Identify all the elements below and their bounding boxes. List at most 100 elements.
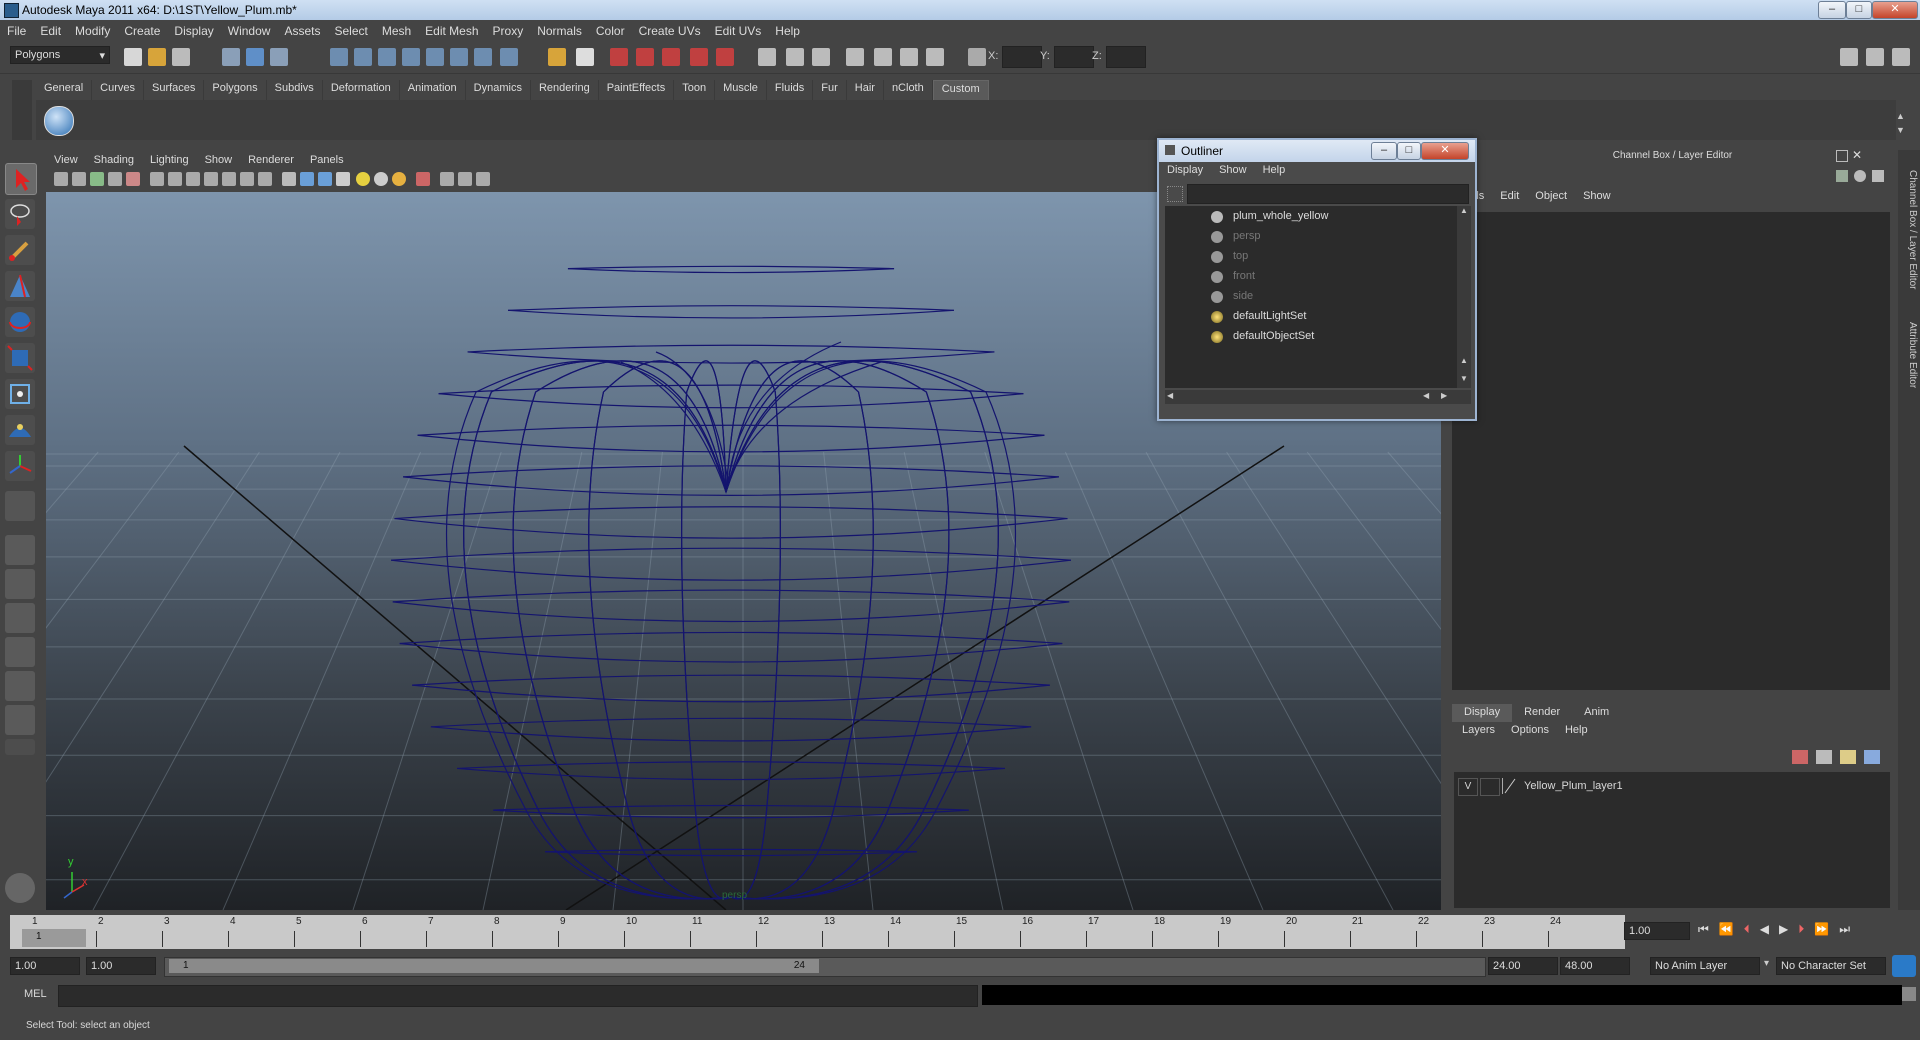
layout-single-icon[interactable] [5, 535, 35, 565]
go-to-end-icon[interactable]: ⏭ [1839, 922, 1850, 937]
select-tool[interactable] [5, 163, 37, 195]
layout-outliner-icon[interactable] [5, 603, 35, 633]
outliner-search-input[interactable] [1187, 184, 1469, 204]
menu-mesh[interactable]: Mesh [375, 24, 418, 38]
graph-editor-icon[interactable] [926, 48, 944, 66]
le-menu-help[interactable]: Help [1557, 724, 1596, 742]
le-menu-layers[interactable]: Layers [1454, 724, 1503, 742]
tab-muscle[interactable]: Muscle [715, 80, 767, 100]
lasso-tool[interactable] [5, 199, 35, 229]
layout-toggle-3-icon[interactable] [1892, 48, 1910, 66]
outliner-vertical-scrollbar[interactable]: ▲ ▲ ▼ [1457, 206, 1471, 388]
tab-rendering[interactable]: Rendering [531, 80, 599, 100]
menu-edit[interactable]: Edit [33, 24, 68, 38]
tab-animation[interactable]: Animation [400, 80, 466, 100]
channel-box-icon[interactable] [874, 48, 892, 66]
menu-normals[interactable]: Normals [530, 24, 589, 38]
open-scene-icon[interactable] [148, 48, 166, 66]
current-time-marker[interactable]: 1 [22, 929, 86, 947]
shelf-handle[interactable] [12, 80, 32, 140]
move-tool[interactable] [5, 271, 35, 301]
layout-hypershade-icon[interactable] [5, 671, 35, 701]
snap-grid-icon[interactable] [330, 48, 348, 66]
outliner-item-default-object-set[interactable]: defaultObjectSet [1165, 328, 1457, 346]
lock-icon[interactable] [548, 48, 566, 66]
outliner-item-persp[interactable]: persp [1165, 228, 1457, 246]
attribute-editor-icon[interactable] [846, 48, 864, 66]
x-field[interactable] [1002, 46, 1042, 68]
check-shelf-icon[interactable] [44, 106, 74, 136]
cb-attr-icon[interactable] [1872, 170, 1884, 182]
cb-menu-edit[interactable]: Edit [1492, 190, 1527, 208]
z-field[interactable] [1106, 46, 1146, 68]
outliner-title-bar[interactable]: Outliner – □ ✕ [1159, 140, 1475, 162]
close-button[interactable]: ✕ [1872, 1, 1918, 19]
safe-action-icon[interactable] [240, 172, 254, 186]
tab-surfaces[interactable]: Surfaces [144, 80, 205, 100]
layer-move-up-icon[interactable] [1840, 750, 1856, 764]
outliner-toggle-icon[interactable] [900, 48, 918, 66]
tab-toon[interactable]: Toon [674, 80, 716, 100]
command-input[interactable] [58, 985, 978, 1007]
camera-icon[interactable] [54, 172, 68, 186]
tab-fluids[interactable]: Fluids [767, 80, 814, 100]
ol-menu-show[interactable]: Show [1211, 164, 1255, 182]
menu-edit-mesh[interactable]: Edit Mesh [418, 24, 485, 38]
tab-curves[interactable]: Curves [92, 80, 144, 100]
vp-menu-lighting[interactable]: Lighting [142, 154, 197, 166]
maximize-button[interactable]: □ [1846, 1, 1872, 19]
render-current-icon[interactable] [610, 48, 628, 66]
hypershade-icon[interactable] [690, 48, 708, 66]
new-scene-icon[interactable] [124, 48, 142, 66]
step-forward-key-icon[interactable]: ⏵ [1798, 922, 1804, 937]
outliner-close-button[interactable]: ✕ [1421, 142, 1469, 160]
select-hierarchy-icon[interactable] [222, 48, 240, 66]
le-menu-options[interactable]: Options [1503, 724, 1557, 742]
shelf-scroll[interactable]: ▲ ▼ [1896, 108, 1910, 136]
image-plane-icon[interactable] [108, 172, 122, 186]
tab-custom[interactable]: Custom [932, 80, 989, 102]
outliner-horizontal-scrollbar[interactable]: ◀ ◀ ▶ [1165, 390, 1471, 404]
outliner-item-default-light-set[interactable]: defaultLightSet [1165, 308, 1457, 326]
xray-joints-icon[interactable] [458, 172, 472, 186]
range-handle[interactable]: 1 24 [169, 959, 819, 973]
float-icon[interactable] [1836, 150, 1848, 162]
step-back-key-icon[interactable]: ⏪ [1719, 922, 1734, 937]
filter-icon[interactable] [1167, 186, 1183, 202]
menu-proxy[interactable]: Proxy [486, 24, 531, 38]
isolate-select-icon[interactable] [416, 172, 430, 186]
snap-extra-icon[interactable] [500, 48, 518, 66]
snap-curve-icon[interactable] [354, 48, 372, 66]
vp-menu-show[interactable]: Show [197, 154, 241, 166]
tab-painteffects[interactable]: PaintEffects [599, 80, 675, 100]
default-light-icon[interactable] [356, 172, 370, 186]
menu-modify[interactable]: Modify [68, 24, 117, 38]
side-tab-attribute-editor[interactable]: Attribute Editor [1900, 310, 1918, 400]
anim-end-field[interactable]: 48.00 [1560, 957, 1630, 975]
textured-icon[interactable] [336, 172, 350, 186]
rotate-tool[interactable] [5, 307, 35, 337]
wireframe-icon[interactable] [282, 172, 296, 186]
tab-general[interactable]: General [36, 80, 93, 100]
script-editor-icon[interactable] [1902, 987, 1916, 1001]
layer-move-down-icon[interactable] [1864, 750, 1880, 764]
ol-menu-display[interactable]: Display [1159, 164, 1211, 182]
camera-attr-icon[interactable] [72, 172, 86, 186]
menu-create-uvs[interactable]: Create UVs [632, 24, 708, 38]
cb-menu-show[interactable]: Show [1575, 190, 1619, 208]
tab-anim-layers[interactable]: Anim [1572, 704, 1621, 722]
grid-icon[interactable] [150, 172, 164, 186]
menu-file[interactable]: File [0, 24, 33, 38]
resolution-gate-icon[interactable] [186, 172, 200, 186]
menu-set-dropdown[interactable]: Polygons ▾ [10, 46, 110, 64]
two-d-pan-icon[interactable] [126, 172, 140, 186]
scale-tool[interactable] [5, 343, 35, 373]
character-set-dropdown[interactable]: No Character Set [1776, 957, 1886, 975]
tab-subdivs[interactable]: Subdivs [267, 80, 323, 100]
time-slider[interactable]: 1 2 3 4 5 6 7 8 9 10 11 12 13 14 15 16 17 18 19 20 21 22 23 24 … [10, 915, 1625, 949]
show-manip-tool[interactable] [5, 451, 35, 481]
tab-deformation[interactable]: Deformation [323, 80, 400, 100]
outliner-item-plum-whole-yellow[interactable]: plum_whole_yellow [1165, 208, 1457, 226]
channel-box-body[interactable] [1452, 212, 1890, 690]
new-layer-selected-icon[interactable] [1792, 750, 1808, 764]
